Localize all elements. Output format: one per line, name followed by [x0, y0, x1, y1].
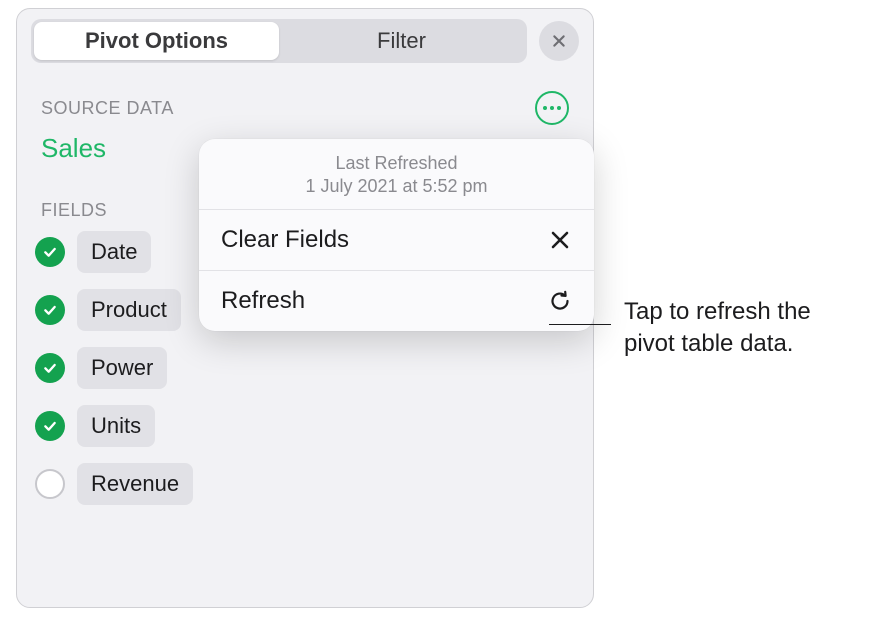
field-chip[interactable]: Revenue [77, 463, 193, 505]
callout-text: Tap to refresh the pivot table data. [624, 296, 854, 361]
clear-fields-label: Clear Fields [221, 226, 349, 254]
field-checkbox[interactable] [35, 469, 65, 499]
last-refreshed-label: Last Refreshed [209, 153, 584, 174]
field-row: Units [35, 405, 575, 447]
refresh-label: Refresh [221, 287, 305, 315]
checkmark-icon [42, 418, 58, 434]
refresh-icon [548, 289, 572, 313]
field-chip[interactable]: Units [77, 405, 155, 447]
field-chip[interactable]: Product [77, 289, 181, 331]
field-checkbox[interactable] [35, 353, 65, 383]
header-row: Pivot Options Filter [17, 9, 593, 63]
checkmark-icon [42, 302, 58, 318]
source-data-header: SOURCE DATA [17, 63, 593, 125]
tab-filter[interactable]: Filter [279, 22, 524, 60]
popover-header: Last Refreshed 1 July 2021 at 5:52 pm [199, 139, 594, 210]
source-more-button[interactable] [535, 91, 569, 125]
tab-pivot-options[interactable]: Pivot Options [34, 22, 279, 60]
source-options-popover: Last Refreshed 1 July 2021 at 5:52 pm Cl… [199, 139, 594, 331]
ellipsis-icon [543, 106, 561, 110]
field-checkbox[interactable] [35, 295, 65, 325]
source-data-label: SOURCE DATA [41, 98, 174, 119]
callout-leader-line [549, 324, 611, 325]
field-row: Revenue [35, 463, 575, 505]
checkmark-icon [42, 244, 58, 260]
close-button[interactable] [539, 21, 579, 61]
field-chip[interactable]: Date [77, 231, 151, 273]
tabs-segmented-control: Pivot Options Filter [31, 19, 527, 63]
refresh-button[interactable]: Refresh [199, 271, 594, 331]
close-icon [548, 228, 572, 252]
field-chip[interactable]: Power [77, 347, 167, 389]
field-row: Power [35, 347, 575, 389]
last-refreshed-timestamp: 1 July 2021 at 5:52 pm [209, 176, 584, 197]
close-icon [551, 33, 567, 49]
clear-fields-button[interactable]: Clear Fields [199, 210, 594, 271]
field-checkbox[interactable] [35, 411, 65, 441]
field-checkbox[interactable] [35, 237, 65, 267]
checkmark-icon [42, 360, 58, 376]
pivot-options-panel: Pivot Options Filter SOURCE DATA Sales F… [16, 8, 594, 608]
